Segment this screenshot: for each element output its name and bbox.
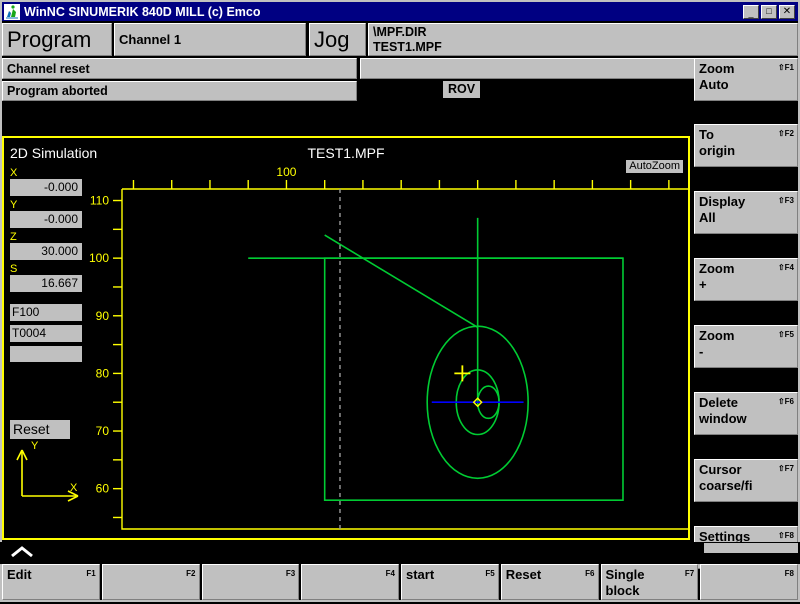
softkey-line2: window (699, 411, 747, 426)
close-icon: ✕ (782, 5, 792, 17)
channel-status-field: Channel reset (2, 58, 357, 79)
softkey-fkey-label: ⇧F6 (777, 397, 794, 406)
x-axis-tick-label: 100 (276, 165, 296, 179)
maximize-button[interactable]: □ (761, 4, 777, 19)
softkey-line1: start (406, 567, 435, 582)
program-status-field: Program aborted (2, 81, 357, 101)
softkey-fkey-label: ⇧F7 (777, 464, 794, 473)
softkey-zoom-out[interactable]: ⇧F5 Zoom - (694, 325, 798, 368)
softkey-fkey-label: F4 (385, 569, 395, 578)
app-icon (4, 3, 20, 20)
softkey-cursor-coarse-fine[interactable]: ⇧F7 Cursor coarse/fi (694, 459, 798, 502)
softkey-fkey-label: ⇧F4 (777, 263, 794, 272)
softkey-line2: Auto (699, 77, 729, 92)
bottom-softkey-f4[interactable]: F4 (301, 564, 399, 600)
y-axis-tick-label: 100 (89, 251, 109, 265)
softkey-display-all[interactable]: ⇧F3 Display All (694, 191, 798, 234)
softkey-line2: - (699, 344, 704, 359)
program-name: TEST1.MPF (373, 39, 442, 54)
toolpath-plot: 100 60 70 80 90 100 110 (89, 165, 688, 530)
stock-rectangle (323, 257, 624, 501)
bottom-softkey-edit[interactable]: F1 Edit (2, 564, 100, 600)
window-frame-bottom (0, 600, 800, 604)
softkey-line1: Reset (505, 567, 542, 582)
softkey-fkey-label: ⇧F1 (777, 63, 794, 72)
softkey-to-origin[interactable]: ⇧F2 To origin (694, 124, 798, 167)
softkey-fkey-label: F3 (285, 569, 296, 578)
y-axis-tick-label: 90 (96, 309, 110, 323)
right-softkey-bar: ⇧F1 Zoom Auto ⇧F2 To origin ⇧F3 Display … (694, 58, 798, 569)
softkey-fkey-label: ⇧F3 (777, 196, 794, 205)
softkey-fkey-label: F8 (784, 569, 794, 578)
chevron-up-icon[interactable] (9, 545, 35, 559)
plot-axis-frame (121, 189, 688, 530)
softkey-line2: origin (699, 143, 736, 158)
softkey-line2: All (699, 210, 716, 225)
program-path-panel[interactable]: \MPF.DIR TEST1.MPF (368, 23, 798, 56)
softkey-fkey-label: ⇧F2 (777, 129, 794, 138)
window-controls: _ □ ✕ (743, 4, 795, 19)
operating-mode-indicator[interactable]: Jog (309, 23, 366, 56)
y-axis-tick-label: 80 (96, 366, 110, 380)
softkey-line2: + (699, 277, 707, 292)
close-button[interactable]: ✕ (779, 4, 795, 19)
softkey-fkey-label: F1 (86, 569, 96, 578)
softkey-fkey-label: F5 (485, 569, 495, 578)
simulation-window[interactable]: 2D Simulation TEST1.MPF AutoZoom X -0.00… (2, 136, 690, 540)
bottom-softkey-f2[interactable]: F2 (101, 564, 200, 600)
window-title: WinNC SINUMERIK 840D MILL (c) Emco (24, 4, 261, 19)
bottom-softkey-bar: F1 Edit F2 F3 F4 F5 start F6 Reset F7 Si… (2, 564, 798, 600)
scroll-indicator[interactable] (704, 543, 798, 553)
app-window: WinNC SINUMERIK 840D MILL (c) Emco _ □ ✕… (0, 0, 800, 604)
softkey-fkey-label: F7 (684, 569, 695, 578)
softkey-line2: block (605, 583, 640, 598)
header-row-mode: Program Channel 1 Jog \MPF.DIR TEST1.MPF (2, 23, 798, 56)
y-axis-tick-label: 110 (90, 194, 109, 208)
bottom-softkey-single-block[interactable]: F7 Single block (600, 564, 699, 600)
channel-status-text: Channel reset (7, 61, 90, 76)
softkey-line1: Edit (7, 567, 32, 582)
channel-label: Channel 1 (119, 32, 182, 47)
window-titlebar[interactable]: WinNC SINUMERIK 840D MILL (c) Emco _ □ ✕ (0, 0, 800, 21)
mode-indicator[interactable]: Program (2, 23, 112, 56)
approach-diagonal (324, 234, 479, 328)
softkey-fkey-label: ⇧F5 (777, 330, 794, 339)
softkey-delete-window[interactable]: ⇧F6 Delete window (694, 392, 798, 435)
mode-label: Program (7, 26, 92, 52)
bottom-softkey-f3[interactable]: F3 (201, 564, 300, 600)
minimize-button[interactable]: _ (743, 4, 759, 19)
tool-cursor (454, 365, 471, 382)
minimize-icon: _ (748, 7, 754, 18)
y-axis-tick-label: 60 (96, 482, 110, 496)
header-row-program-status: Program aborted ROV (2, 81, 798, 101)
rov-badge: ROV (443, 81, 481, 98)
softkey-fkey-label: F6 (585, 569, 595, 578)
y-axis-tick-label: 70 (96, 424, 110, 438)
operating-mode-label: Jog (314, 26, 350, 52)
softkey-zoom-auto[interactable]: ⇧F1 Zoom Auto (694, 58, 798, 101)
maximize-icon: □ (766, 5, 772, 16)
bottom-strip (0, 542, 800, 564)
softkey-line1: Single (605, 567, 645, 582)
program-directory: \MPF.DIR (373, 24, 427, 39)
softkey-fkey-label: F2 (186, 569, 196, 578)
bottom-softkey-start[interactable]: F5 start (401, 564, 499, 600)
channel-indicator[interactable]: Channel 1 (114, 23, 306, 56)
bottom-softkey-f8[interactable]: F8 (700, 564, 798, 600)
softkey-zoom-in[interactable]: ⇧F4 Zoom + (694, 258, 798, 301)
softkey-line2: coarse/fi (699, 478, 753, 493)
bottom-softkey-reset[interactable]: F6 Reset (500, 564, 599, 600)
program-status-text: Program aborted (7, 84, 108, 98)
header-row-channel-status: Channel reset (2, 58, 798, 79)
